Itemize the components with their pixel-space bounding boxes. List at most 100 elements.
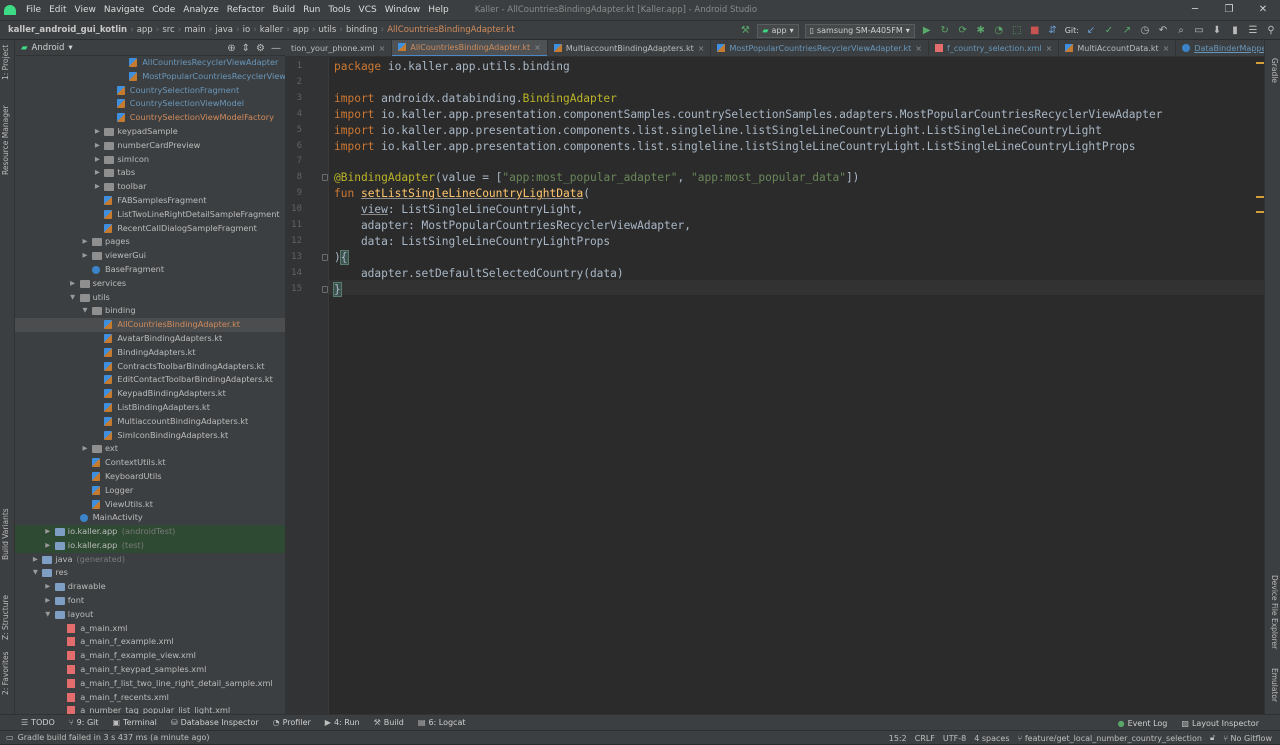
tree-file[interactable]: MainActivity	[15, 511, 285, 525]
menu-build[interactable]: Build	[269, 5, 300, 15]
status-message[interactable]: Gradle build failed in 3 s 437 ms (a min…	[18, 733, 210, 742]
tree-file[interactable]: ContractsToolbarBindingAdapters.kt	[15, 360, 285, 374]
chevron-right-icon[interactable]: ▶	[69, 277, 77, 291]
tree-folder[interactable]: ▶ keypadSample	[15, 125, 285, 139]
tree-file[interactable]: ContextUtils.kt	[15, 456, 285, 470]
tree-file[interactable]: Logger	[15, 484, 285, 498]
menu-file[interactable]: File	[22, 5, 45, 15]
sync-icon[interactable]: ⇵	[1045, 23, 1061, 39]
debug-icon[interactable]: ✱	[973, 23, 989, 39]
tree-file[interactable]: KeypadBindingAdapters.kt	[15, 387, 285, 401]
breadcrumb-item[interactable]: kaller	[257, 25, 286, 35]
gradle-tool-tab[interactable]: Gradle	[1270, 58, 1279, 83]
tree-folder[interactable]: ▼ binding	[15, 304, 285, 318]
build-variants-tool-tab[interactable]: Build Variants	[1, 508, 10, 560]
gitflow-widget[interactable]: ⑂ No Gitflow	[1223, 734, 1272, 743]
breadcrumb-item[interactable]: utils	[315, 25, 339, 35]
breadcrumb-item[interactable]: app	[134, 25, 156, 35]
chevron-right-icon[interactable]: ▶	[44, 594, 52, 608]
structure-tool-tab[interactable]: Z: Structure	[1, 595, 10, 640]
editor-tab[interactable]: f_country_selection.xml ×	[929, 40, 1060, 56]
tool-window-button[interactable]: ⑂ 9: Git	[62, 718, 106, 727]
tree-folder[interactable]: ▼ layout	[15, 608, 285, 622]
error-stripe-marker[interactable]	[1256, 62, 1264, 64]
line-separator[interactable]: CRLF	[915, 734, 935, 743]
editor-tab[interactable]: MultiaccountBindingAdapters.kt ×	[548, 40, 712, 56]
chevron-right-icon[interactable]: ▶	[93, 166, 101, 180]
menu-run[interactable]: Run	[299, 5, 324, 15]
menu-analyze[interactable]: Analyze	[179, 5, 222, 15]
tree-folder[interactable]: ▶ io.kaller.app (androidTest)	[15, 525, 285, 539]
close-tab-icon[interactable]: ×	[698, 44, 705, 53]
tree-file[interactable]: BaseFragment	[15, 263, 285, 277]
close-icon[interactable]: ✕	[1246, 0, 1280, 20]
hide-icon[interactable]: —	[271, 43, 281, 54]
tool-window-button[interactable]: ☰ TODO	[14, 718, 62, 727]
chevron-down-icon[interactable]: ▼	[44, 608, 52, 622]
tree-file[interactable]: AllCountriesRecyclerViewAdapter	[15, 56, 285, 70]
chevron-down-icon[interactable]: ▼	[31, 566, 39, 580]
tree-file[interactable]: AllCountriesBindingAdapter.kt	[15, 318, 285, 332]
tree-folder[interactable]: ▶ tabs	[15, 166, 285, 180]
menu-refactor[interactable]: Refactor	[223, 5, 269, 15]
layout-icon[interactable]: ▭	[1191, 23, 1207, 39]
error-stripe-marker[interactable]	[1256, 196, 1264, 198]
close-tab-icon[interactable]: ×	[1163, 44, 1170, 53]
tree-file[interactable]: a_main_f_recents.xml	[15, 691, 285, 705]
sdk-manager-icon[interactable]: ⬇	[1209, 23, 1225, 39]
menu-code[interactable]: Code	[148, 5, 179, 15]
tree-file[interactable]: RecentCallDialogSampleFragment	[15, 222, 285, 236]
tree-folder[interactable]: ▶ numberCardPreview	[15, 139, 285, 153]
breadcrumb-item[interactable]: main	[181, 25, 208, 35]
maximize-icon[interactable]: ❐	[1212, 0, 1246, 20]
menu-vcs[interactable]: VCS	[355, 5, 381, 15]
run-icon[interactable]: ▶	[919, 23, 935, 39]
chevron-right-icon[interactable]: ▶	[81, 235, 89, 249]
apply-changes-icon[interactable]: ↻	[937, 23, 953, 39]
fold-icon[interactable]	[322, 174, 328, 182]
editor-tab[interactable]: AllCountriesBindingAdapter.kt ×	[392, 40, 548, 56]
tree-file[interactable]: CountrySelectionFragment	[15, 84, 285, 98]
git-branch-widget[interactable]: ⑂ feature/get_local_number_country_selec…	[1018, 734, 1202, 743]
breadcrumb-item[interactable]: io	[240, 25, 254, 35]
editor-tab[interactable]: MultiAccountData.kt ×	[1059, 40, 1177, 56]
chevron-right-icon[interactable]: ▶	[93, 139, 101, 153]
tree-folder[interactable]: ▶ java (generated)	[15, 553, 285, 567]
tree-file[interactable]: a_main_f_example_view.xml	[15, 649, 285, 663]
lock-icon[interactable]: 🔓︎	[1210, 733, 1215, 743]
rollback-icon[interactable]: ↶	[1155, 23, 1171, 39]
apply-code-changes-icon[interactable]: ⟳	[955, 23, 971, 39]
breadcrumb-item[interactable]: AllCountriesBindingAdapter.kt	[384, 25, 517, 35]
close-tab-icon[interactable]: ×	[379, 44, 386, 53]
chevron-right-icon[interactable]: ▶	[93, 153, 101, 167]
minimize-icon[interactable]: ─	[1178, 0, 1212, 20]
tree-file[interactable]: a_main_f_list_two_line_right_detail_samp…	[15, 677, 285, 691]
project-tool-tab[interactable]: 1: Project	[1, 45, 10, 80]
tree-file[interactable]: KeyboardUtils	[15, 470, 285, 484]
profile-icon[interactable]: ◔	[991, 23, 1007, 39]
tree-file[interactable]: ListBindingAdapters.kt	[15, 401, 285, 415]
tree-folder[interactable]: ▶ services	[15, 277, 285, 291]
avd-manager-icon[interactable]: ▮	[1227, 23, 1243, 39]
menu-help[interactable]: Help	[424, 5, 453, 15]
run-config-select[interactable]: ▰ app ▾	[757, 23, 799, 38]
menu-window[interactable]: Window	[381, 5, 425, 15]
search-icon[interactable]: ⚲	[1263, 23, 1279, 39]
tool-window-button[interactable]: ▤ 6: Logcat	[411, 718, 473, 727]
tree-file[interactable]: SimIconBindingAdapters.kt	[15, 429, 285, 443]
tree-folder[interactable]: ▶ simIcon	[15, 153, 285, 167]
fold-icon[interactable]	[322, 253, 328, 261]
chevron-right-icon[interactable]: ▶	[44, 580, 52, 594]
breadcrumb-item[interactable]: app	[290, 25, 312, 35]
close-tab-icon[interactable]: ×	[915, 44, 922, 53]
chevron-right-icon[interactable]: ▶	[44, 525, 52, 539]
menu-tools[interactable]: Tools	[324, 5, 354, 15]
editor-tab[interactable]: DataBinderMapperImpl.java×	[1176, 40, 1264, 56]
tool-window-button[interactable]: ◔ Profiler	[266, 718, 318, 727]
chevron-right-icon[interactable]: ▶	[93, 180, 101, 194]
tool-window-button[interactable]: ⚒ Build	[367, 718, 411, 727]
tree-file[interactable]: AvatarBindingAdapters.kt	[15, 332, 285, 346]
device-file-explorer-tool-tab[interactable]: Device File Explorer	[1270, 575, 1279, 649]
resource-manager-tool-tab[interactable]: Resource Manager	[1, 105, 10, 175]
attach-debugger-icon[interactable]: ⬚	[1009, 23, 1025, 39]
